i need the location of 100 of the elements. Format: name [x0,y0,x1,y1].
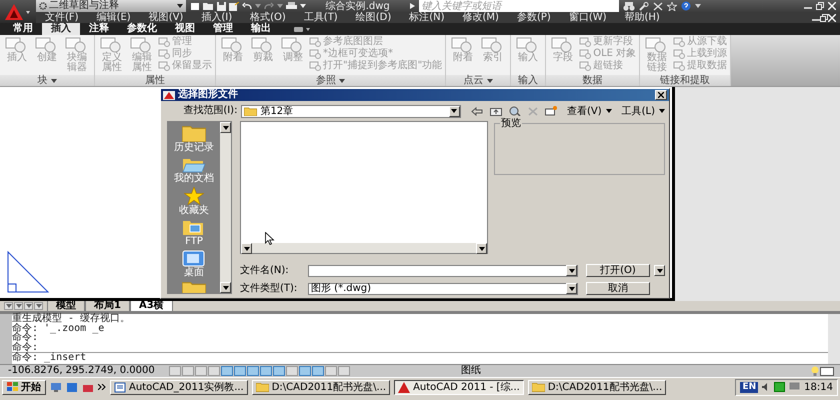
file-type-dropdown[interactable]: 图形 (*.dwg) [308,282,578,294]
application-menu-button[interactable] [0,0,36,23]
drafting-toggle[interactable] [286,366,298,376]
panel-title[interactable]: 参照 [216,75,446,86]
menu-item[interactable]: 修改(M) [454,12,508,23]
language-indicator[interactable]: EN [740,382,758,392]
drafting-toggle[interactable] [195,366,207,376]
lightbulb-icon[interactable] [811,366,819,376]
menu-item[interactable]: 工具(T) [294,12,347,23]
tab-scroll-button[interactable] [4,302,13,310]
drafting-toggle[interactable] [182,366,194,376]
ribbon-tab[interactable]: 参数化 [118,23,166,35]
scrollbar[interactable] [241,243,487,253]
views-menu[interactable]: 查看(V) [566,104,612,118]
ribbon-tab[interactable]: 常用 [4,23,42,35]
back-arrow-icon[interactable] [470,106,483,116]
start-button[interactable]: 开始 [2,380,46,394]
binoculars-icon[interactable] [622,2,634,10]
ribbon-tab[interactable]: 视图 [166,23,204,35]
close-icon[interactable] [828,2,836,10]
drafting-toggle[interactable] [312,366,324,376]
ribbon-tab[interactable]: 注释 [80,23,118,35]
menu-item[interactable]: 窗口(W) [560,12,616,23]
places-item[interactable] [182,281,206,293]
wrench-icon[interactable] [638,2,648,10]
close-icon[interactable] [828,14,836,22]
network-icon[interactable] [774,382,786,392]
menu-item[interactable]: 格式(O) [241,12,295,23]
menu-item[interactable]: 视图(V) [140,12,192,23]
toggle-icon[interactable] [294,26,310,33]
places-item[interactable]: 收藏夹 [179,187,209,216]
menu-item[interactable]: 标注(N) [400,12,454,23]
up-folder-icon[interactable] [490,106,502,116]
restore-icon[interactable] [816,2,824,10]
ribbon-tab[interactable]: 插入 [42,23,80,35]
taskbar-button[interactable]: D:\CAD2011配书光盘\... [252,380,390,394]
undo-icon[interactable] [242,2,252,10]
star-outline-icon[interactable] [666,2,676,10]
save-as-icon[interactable] [229,2,239,10]
panel-title[interactable]: 属性 [95,75,215,86]
taskbar-button[interactable]: AutoCAD_2011实例教... [110,380,248,394]
file-name-field[interactable] [308,264,578,276]
tab-scroll-button[interactable] [34,302,43,310]
places-item[interactable]: 我的文档 [174,156,214,184]
drafting-toggle[interactable] [247,366,259,376]
tab-scroll-button[interactable] [14,302,23,310]
panel-title[interactable]: 输入 [511,75,546,86]
redo-icon[interactable] [264,2,274,10]
scrollbar[interactable] [220,122,231,293]
drafting-toggle[interactable] [273,366,285,376]
tab-scroll-button[interactable] [24,302,33,310]
drafting-toggle[interactable] [325,366,337,376]
open-button[interactable]: 打开(O) [586,264,650,277]
places-item[interactable]: 桌面 [182,250,206,278]
window-icon[interactable] [820,366,834,376]
drafting-toggle[interactable] [169,366,181,376]
monitor-icon[interactable] [789,382,800,392]
computer-icon[interactable] [50,382,62,392]
scrollbar[interactable] [828,314,840,364]
look-in-dropdown[interactable]: 第12章 [241,104,461,118]
places-item[interactable]: 历史记录 [174,125,214,153]
panel-title[interactable]: 数据 [546,75,640,86]
restore-icon[interactable] [820,14,828,22]
ribbon-tab[interactable]: 输出 [242,23,280,35]
printer-icon[interactable] [286,2,297,10]
panel-title[interactable]: 链接和提取 [640,75,730,86]
tools-menu[interactable]: 工具(L) [622,104,665,118]
menu-item[interactable]: 帮助(H) [616,12,669,23]
taskbar-button[interactable]: AutoCAD 2011 - [综... [394,380,524,394]
command-prompt[interactable]: 命令: _insert [12,352,828,363]
help-icon[interactable] [680,1,690,11]
ribbon-tab[interactable]: 管理 [204,23,242,35]
new-folder-icon[interactable] [544,106,557,116]
drafting-toggle[interactable] [221,366,233,376]
close-button[interactable] [655,90,667,100]
places-item[interactable]: FTP [182,219,206,247]
save-icon[interactable] [217,2,226,10]
drafting-toggle[interactable] [234,366,246,376]
menu-item[interactable]: 插入(I) [192,12,242,23]
drafting-toggle[interactable] [338,366,350,376]
open-options-button[interactable] [654,265,665,276]
menu-item[interactable]: 编辑(E) [88,12,140,23]
chevron-icon[interactable] [98,384,106,390]
document-icon[interactable] [66,382,78,392]
paper-space-toggle[interactable]: 图纸 [461,365,481,377]
cancel-button[interactable]: 取消 [586,282,650,295]
menu-item[interactable]: 参数(P) [508,12,560,23]
new-file-icon[interactable] [190,2,200,10]
command-window-grip[interactable] [0,314,12,364]
menu-item[interactable]: 文件(F) [36,12,88,23]
panel-title[interactable]: 点云 [446,75,510,86]
search-icon[interactable] [508,106,521,116]
menu-item[interactable]: 绘图(D) [346,12,400,23]
file-list[interactable] [240,121,488,254]
search-field[interactable]: 键入关键字或短语 [418,0,618,12]
drafting-toggle[interactable] [299,366,311,376]
panel-title[interactable]: 块 [0,75,94,86]
taskbar-button[interactable]: D:\CAD2011配书光盘\... [528,380,666,394]
drafting-toggle[interactable] [260,366,272,376]
drafting-toggle[interactable] [208,366,220,376]
